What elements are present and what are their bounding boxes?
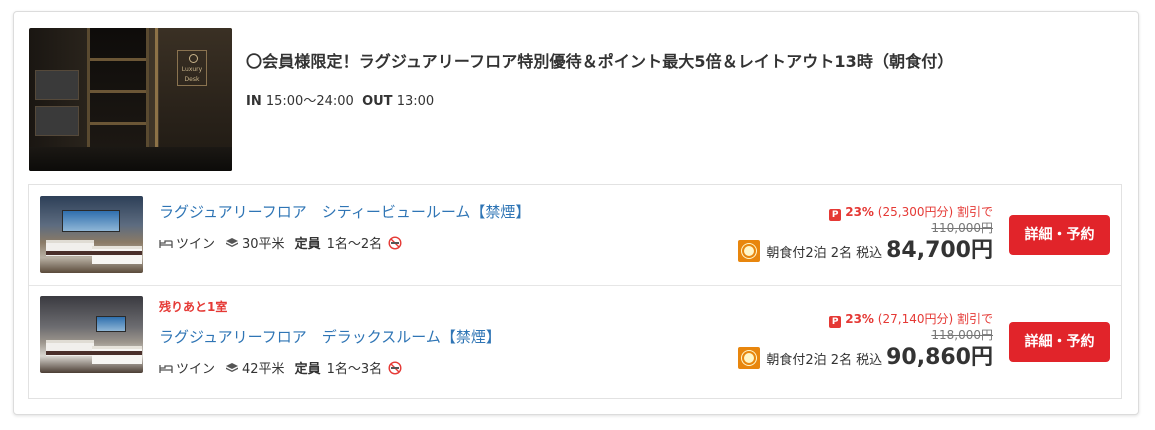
price-line: 朝食付2泊 2名 税込 84,700円	[738, 239, 993, 263]
room-row: ラグジュアリーフロア シティービュールーム【禁煙】 ツイン 30平米 定員 1名…	[29, 185, 1121, 285]
room-specs: ツイン 30平米 定員 1名〜2名	[159, 233, 405, 252]
plan-title[interactable]: 〇会員様限定！ラグジュアリーフロア特別優待＆ポイント最大5倍＆レイトアウト13時…	[246, 48, 954, 72]
checkout-time: 13:00	[396, 94, 435, 109]
price-line: 朝食付2泊 2名 税込 90,860円	[738, 346, 993, 370]
point-badge-icon: P	[829, 209, 842, 221]
sun-meal-icon	[738, 240, 761, 262]
room-specs: ツイン 42平米 定員 1名〜3名	[159, 358, 405, 377]
no-smoking-icon	[388, 360, 402, 375]
luxury-desk-sign: Luxury Desk	[177, 50, 207, 86]
capacity-label: 定員	[294, 237, 321, 252]
room-size: 42平米	[242, 362, 285, 377]
bed-type: ツイン	[176, 362, 216, 377]
room-row: 残りあと1室 ラグジュアリーフロア デラックスルーム【禁煙】 ツイン 42平米 …	[29, 285, 1121, 398]
plan-photo[interactable]: Luxury Desk	[29, 28, 232, 171]
checkout-label: OUT	[362, 94, 393, 109]
details-reserve-button[interactable]: 詳細・予約	[1009, 322, 1110, 362]
room-name-link[interactable]: ラグジュアリーフロア デラックスルーム【禁煙】	[159, 326, 501, 347]
rooms-left-alert: 残りあと1室	[159, 300, 228, 314]
total-price: 90,860円	[886, 345, 993, 370]
original-price: 110,000円	[931, 221, 993, 235]
room-photo[interactable]	[40, 296, 143, 373]
tax-label: 税込	[856, 246, 883, 261]
details-reserve-button[interactable]: 詳細・予約	[1009, 215, 1110, 255]
capacity-value: 1名〜2名	[326, 237, 383, 252]
bed-icon	[159, 364, 173, 373]
discount-percent: 23%	[845, 312, 874, 326]
capacity-label: 定員	[294, 362, 321, 377]
room-photo[interactable]	[40, 196, 143, 273]
tax-label: 税込	[856, 353, 883, 368]
meal-info: 朝食付2泊 2名	[766, 246, 853, 261]
plan-card: Luxury Desk 〇会員様限定！ラグジュアリーフロア特別優待＆ポイント最大…	[13, 11, 1139, 415]
art-frame	[35, 106, 79, 136]
meal-info: 朝食付2泊 2名	[766, 353, 853, 368]
discount-amount: (25,300円分)	[877, 205, 954, 219]
total-price: 84,700円	[886, 238, 993, 263]
room-name-link[interactable]: ラグジュアリーフロア シティービュールーム【禁煙】	[159, 201, 530, 222]
lounge-floor	[29, 147, 232, 171]
discount-percent: 23%	[845, 205, 874, 219]
no-smoking-icon	[388, 235, 402, 250]
room-size: 30平米	[242, 237, 285, 252]
point-badge-icon: P	[829, 316, 842, 328]
bed-icon	[159, 239, 173, 248]
discount-amount: (27,140円分)	[877, 312, 954, 326]
cube-icon	[226, 237, 239, 247]
bed-type: ツイン	[176, 237, 216, 252]
checkin-label: IN	[246, 94, 262, 109]
original-price: 118,000円	[931, 328, 993, 342]
room-list: ラグジュアリーフロア シティービュールーム【禁煙】 ツイン 30平米 定員 1名…	[28, 184, 1122, 399]
cube-icon	[226, 362, 239, 372]
capacity-value: 1名〜3名	[326, 362, 383, 377]
checkin-time: 15:00〜24:00	[265, 94, 354, 109]
discount-suffix: 割引で	[956, 312, 993, 326]
art-frame	[35, 70, 79, 100]
sun-meal-icon	[738, 347, 761, 369]
discount-suffix: 割引で	[956, 205, 993, 219]
checkin-info: IN 15:00〜24:00 OUT 13:00	[246, 90, 434, 109]
